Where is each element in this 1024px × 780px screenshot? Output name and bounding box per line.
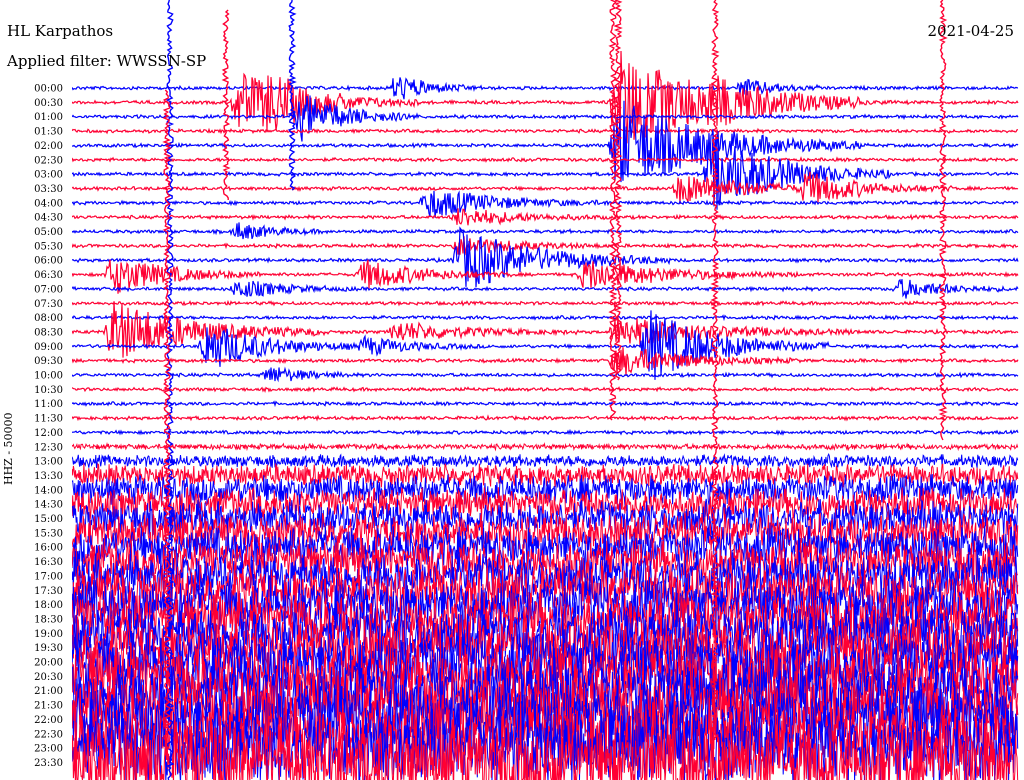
trace-line — [72, 190, 1019, 218]
time-tick-label: 14:00 — [34, 485, 63, 496]
time-tick-label: 15:00 — [34, 514, 63, 525]
trace-line — [72, 100, 1019, 183]
time-tick-label: 02:00 — [34, 141, 63, 152]
time-tick-label: 20:30 — [34, 672, 63, 683]
time-tick-label: 22:30 — [34, 729, 63, 740]
time-tick-label: 16:00 — [34, 543, 63, 554]
time-tick-label: 13:30 — [34, 471, 63, 482]
time-tick-label: 11:30 — [34, 414, 63, 425]
time-tick-label: 11:00 — [34, 399, 63, 410]
time-tick-label: 06:30 — [34, 270, 63, 281]
trace-line — [72, 77, 1019, 100]
time-tick-label: 19:30 — [34, 643, 63, 654]
trace-line — [72, 236, 1019, 256]
trace-line — [72, 222, 1019, 240]
trace-line — [72, 386, 1019, 394]
time-tick-label: 16:30 — [34, 557, 63, 568]
time-tick-label: 15:30 — [34, 528, 63, 539]
trace-line — [72, 441, 1019, 452]
time-tick-label: 07:30 — [34, 299, 63, 310]
time-tick-label: 18:30 — [34, 614, 63, 625]
time-tick-label: 08:00 — [34, 313, 63, 324]
helicorder-page: 00:00 00:30 01:00 01:30 02:00 02:30 03:00 03:30… — [0, 0, 1024, 780]
time-tick-label: 17:30 — [34, 586, 63, 597]
trace-line — [72, 208, 1019, 226]
trace-line — [72, 278, 1019, 299]
y-axis-label: HHZ - 50000 — [2, 412, 15, 485]
time-tick-label: 09:00 — [34, 342, 63, 353]
time-tick-label: 21:30 — [34, 701, 63, 712]
time-tick-label: 20:00 — [34, 658, 63, 669]
time-tick-label: 10:30 — [34, 385, 63, 396]
trace-line — [72, 414, 1019, 422]
time-tick-label: 19:00 — [34, 629, 63, 640]
time-tick-label: 04:30 — [34, 213, 63, 224]
time-tick-label: 00:30 — [34, 98, 63, 109]
time-tick-label: 17:00 — [34, 571, 63, 582]
trace-group — [72, 0, 1019, 780]
trace-line — [72, 50, 1019, 149]
time-tick-label: 00:00 — [34, 84, 63, 95]
station-title: HL Karpathos — [7, 22, 114, 40]
trace-line — [72, 127, 1019, 135]
time-tick-label: 02:30 — [34, 155, 63, 166]
time-tick-label: 10:00 — [34, 371, 63, 382]
trace-line — [72, 310, 1019, 380]
time-tick-label: 09:30 — [34, 356, 63, 367]
trace-line — [72, 156, 1019, 164]
event-spike — [221, 9, 231, 200]
time-tick-label: 01:00 — [34, 112, 63, 123]
time-tick-label: 07:00 — [34, 284, 63, 295]
date-label: 2021-04-25 — [927, 22, 1014, 40]
time-tick-label: 21:00 — [34, 686, 63, 697]
time-tick-label: 05:00 — [34, 227, 63, 238]
helicorder-plot: 00:00 00:30 01:00 01:30 02:00 02:30 03:00 03:30… — [34, 0, 1019, 780]
trace-line — [72, 313, 1019, 322]
time-tick-label: 23:30 — [34, 758, 63, 769]
time-tick-label: 03:30 — [34, 184, 63, 195]
trace-line — [72, 366, 1019, 383]
time-tick-label: 13:00 — [34, 457, 63, 468]
trace-line — [72, 299, 1019, 307]
time-tick-label: 04:00 — [34, 198, 63, 209]
time-tick-label: 01:30 — [34, 127, 63, 138]
time-tick-label: 03:00 — [34, 170, 63, 181]
time-tick-label: 12:00 — [34, 428, 63, 439]
trace-line — [72, 428, 1019, 436]
filter-label: Applied filter: WWSSN-SP — [7, 52, 207, 70]
time-tick-label: 05:30 — [34, 241, 63, 252]
time-tick-label: 06:00 — [34, 256, 63, 267]
time-tick-label: 08:30 — [34, 327, 63, 338]
time-tick-labels: 00:00 00:30 01:00 01:30 02:00 02:30 03:00 03:30… — [34, 84, 63, 769]
trace-line — [72, 452, 1019, 469]
event-spike — [938, 0, 948, 441]
trace-line — [72, 347, 1019, 376]
time-tick-label: 14:30 — [34, 500, 63, 511]
time-tick-label: 23:00 — [34, 744, 63, 755]
event-spike — [287, 0, 297, 191]
time-tick-label: 22:00 — [34, 715, 63, 726]
trace-line — [72, 226, 1019, 288]
time-tick-label: 18:00 — [34, 600, 63, 611]
trace-line — [72, 399, 1019, 408]
time-tick-label: 12:30 — [34, 442, 63, 453]
